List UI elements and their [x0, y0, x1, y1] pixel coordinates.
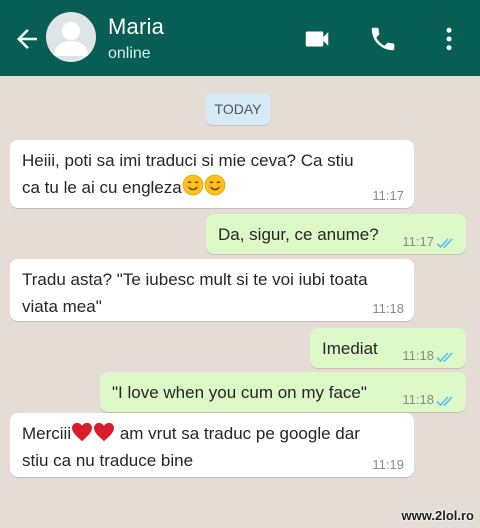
- message-text: Da, sigur, ce anume?: [218, 225, 379, 244]
- message-line: Merciii am vrut sa traduc pe google dar: [22, 420, 360, 447]
- double-check-icon: [436, 352, 453, 362]
- message-meta: 11:17: [402, 234, 456, 250]
- message-line-text: am vrut sa traduc pe google dar: [119, 424, 360, 443]
- message-text: Heiii, poti sa imi traduci si mie ceva? …: [22, 147, 354, 201]
- message-text: Tradu asta? "Te iubesc mult si te voi iu…: [22, 266, 368, 320]
- chat-screen: Maria online TODAY Heiii, poti sa imi tr…: [0, 0, 480, 528]
- phone-icon[interactable]: [368, 24, 398, 54]
- avatar[interactable]: [46, 12, 96, 62]
- smiling-face-emoji-icon: [182, 174, 204, 196]
- message-meta: 11:18: [402, 392, 456, 408]
- outgoing-message[interactable]: Da, sigur, ce anume? 11:17: [206, 214, 466, 254]
- message-time: 11:17: [372, 188, 404, 203]
- message-time: 11:17: [402, 234, 434, 249]
- message-time: 11:19: [372, 457, 404, 472]
- avatar-icon: [53, 22, 89, 56]
- chat-header: Maria online: [0, 0, 480, 76]
- message-line: ca tu le ai cu engleza: [22, 174, 354, 201]
- message-meta: 11:18: [402, 348, 456, 364]
- message-text: Merciii am vrut sa traduc pe google dar …: [22, 420, 360, 474]
- incoming-message[interactable]: Heiii, poti sa imi traduci si mie ceva? …: [10, 140, 414, 208]
- message-line: Heiii, poti sa imi traduci si mie ceva? …: [22, 151, 354, 170]
- more-vertical-icon[interactable]: [434, 24, 464, 54]
- video-call-icon[interactable]: [302, 24, 332, 54]
- double-check-icon: [436, 396, 453, 406]
- message-line-text: Merciii: [22, 424, 72, 443]
- message-line: Tradu asta? "Te iubesc mult si te voi iu…: [22, 270, 368, 289]
- message-time: 11:18: [402, 348, 434, 363]
- red-heart-emoji-icon: [94, 422, 115, 442]
- double-check-icon: [436, 238, 453, 248]
- smiling-face-emoji-icon: [204, 174, 226, 196]
- message-list[interactable]: TODAY Heiii, poti sa imi traduci si mie …: [0, 76, 480, 528]
- contact-name[interactable]: Maria: [108, 14, 164, 40]
- message-text: Imediat: [322, 339, 378, 358]
- red-heart-emoji-icon: [72, 422, 93, 442]
- message-line: stiu ca nu traduce bine: [22, 451, 194, 470]
- date-chip: TODAY: [206, 93, 270, 125]
- message-text: "I love when you cum on my face": [112, 383, 367, 402]
- back-arrow-icon[interactable]: [12, 24, 42, 54]
- message-time: 11:18: [402, 392, 434, 407]
- outgoing-message[interactable]: "I love when you cum on my face" 11:18: [100, 372, 466, 412]
- message-line: viata mea": [22, 297, 102, 316]
- outgoing-message[interactable]: Imediat 11:18: [310, 328, 466, 368]
- incoming-message[interactable]: Tradu asta? "Te iubesc mult si te voi iu…: [10, 259, 414, 321]
- message-line-text: ca tu le ai cu engleza: [22, 178, 182, 197]
- watermark: www.2lol.ro: [401, 508, 474, 523]
- contact-status: online: [108, 45, 151, 62]
- message-time: 11:18: [372, 301, 404, 316]
- incoming-message[interactable]: Merciii am vrut sa traduc pe google dar …: [10, 413, 414, 477]
